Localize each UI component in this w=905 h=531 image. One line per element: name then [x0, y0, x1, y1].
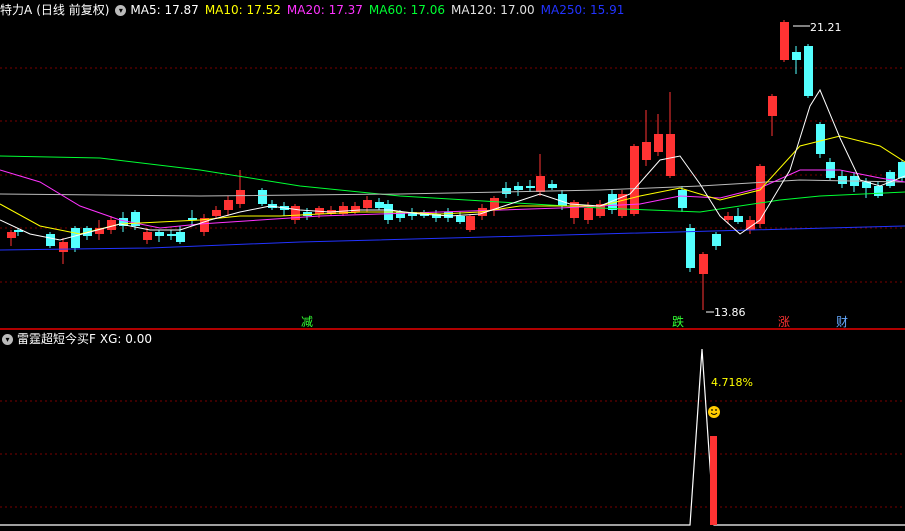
candle-body	[46, 234, 55, 246]
candle-body	[584, 208, 593, 220]
chart-mode: (日线 前复权)	[36, 3, 110, 17]
collapse-toggle-icon[interactable]: ▾	[115, 5, 127, 16]
smiley-eye	[715, 409, 717, 411]
candle-body	[363, 200, 372, 208]
percent-label: 4.718%	[711, 376, 753, 389]
candle-body	[351, 206, 360, 212]
candlestick-chart[interactable]: 21.21 13.86 减 跌 涨 财	[0, 20, 905, 331]
candle-body	[7, 232, 16, 238]
stock-title: 特力A	[0, 3, 33, 17]
candle-body	[236, 190, 245, 204]
candle-body	[874, 186, 883, 196]
candle-body	[375, 202, 384, 208]
ma-legend: MA5: 17.87 MA10: 17.52 MA20: 17.37 MA60: 17…	[130, 3, 630, 17]
candle-body	[258, 190, 267, 204]
smiley-face-icon	[708, 406, 720, 418]
candle-body	[838, 176, 847, 184]
candle-body	[724, 216, 733, 220]
candle-body	[59, 242, 68, 252]
candle-body	[816, 124, 825, 154]
smiley-eye	[711, 409, 713, 411]
candle-body	[756, 166, 765, 224]
candle-body	[699, 254, 708, 274]
candle-body	[666, 134, 675, 176]
signal-bar	[710, 436, 717, 525]
candle-body	[654, 134, 663, 152]
sub-chart-header: ▾ 雷霆超短今买F XG: 0.00	[0, 329, 156, 349]
candle-body	[780, 22, 789, 60]
candle-body	[155, 232, 164, 236]
ma-label: MA20: 17.37	[286, 3, 363, 17]
candle-body	[526, 186, 535, 188]
smiley-face-icon	[708, 406, 720, 418]
candle-body	[642, 142, 651, 160]
event-marker: 涨	[778, 314, 790, 329]
candle-body	[444, 212, 453, 218]
indicator-chart[interactable]: 4.718%	[0, 349, 905, 531]
candle-body	[176, 232, 185, 242]
candle-body	[143, 232, 152, 240]
indicator-title: 雷霆超短今买F	[17, 332, 96, 346]
candle-body	[678, 190, 687, 208]
candle-body	[898, 162, 905, 178]
candle-body	[71, 228, 80, 248]
event-marker: 减	[301, 315, 313, 329]
candle-body	[212, 210, 221, 216]
xg-value: XG: 0.00	[99, 332, 153, 346]
low-label: 13.86	[714, 306, 746, 319]
indicator-line	[0, 349, 905, 526]
candle-body	[514, 186, 523, 190]
candle-body	[224, 200, 233, 210]
candle-body	[456, 216, 465, 222]
candle-body	[536, 176, 545, 192]
event-marker: 财	[836, 315, 848, 329]
candle-body	[188, 218, 197, 220]
high-label: 21.21	[810, 21, 842, 34]
ma-line	[0, 179, 905, 197]
candle-body	[686, 228, 695, 268]
candle-body	[502, 188, 511, 194]
ma-line	[0, 225, 905, 251]
ma-label: MA10: 17.52	[204, 3, 281, 17]
candle-body	[792, 52, 801, 60]
ma-label: MA120: 17.00	[450, 3, 535, 17]
candle-body	[466, 216, 475, 230]
event-marker: 跌	[672, 314, 684, 329]
candle-body	[167, 234, 176, 236]
candle-body	[768, 96, 777, 116]
ma-label: MA60: 17.06	[368, 3, 445, 17]
candle-body	[804, 46, 813, 96]
candle-body	[734, 216, 743, 222]
main-chart-header: 特力A (日线 前复权) ▾ MA5: 17.87 MA10: 17.52 MA20: 1…	[0, 0, 634, 20]
candle-body	[548, 184, 557, 188]
candle-body	[712, 234, 721, 246]
ma-label: MA5: 17.87	[130, 3, 199, 17]
collapse-toggle-icon[interactable]: ▾	[2, 334, 13, 345]
ma-label: MA250: 15.91	[540, 3, 625, 17]
